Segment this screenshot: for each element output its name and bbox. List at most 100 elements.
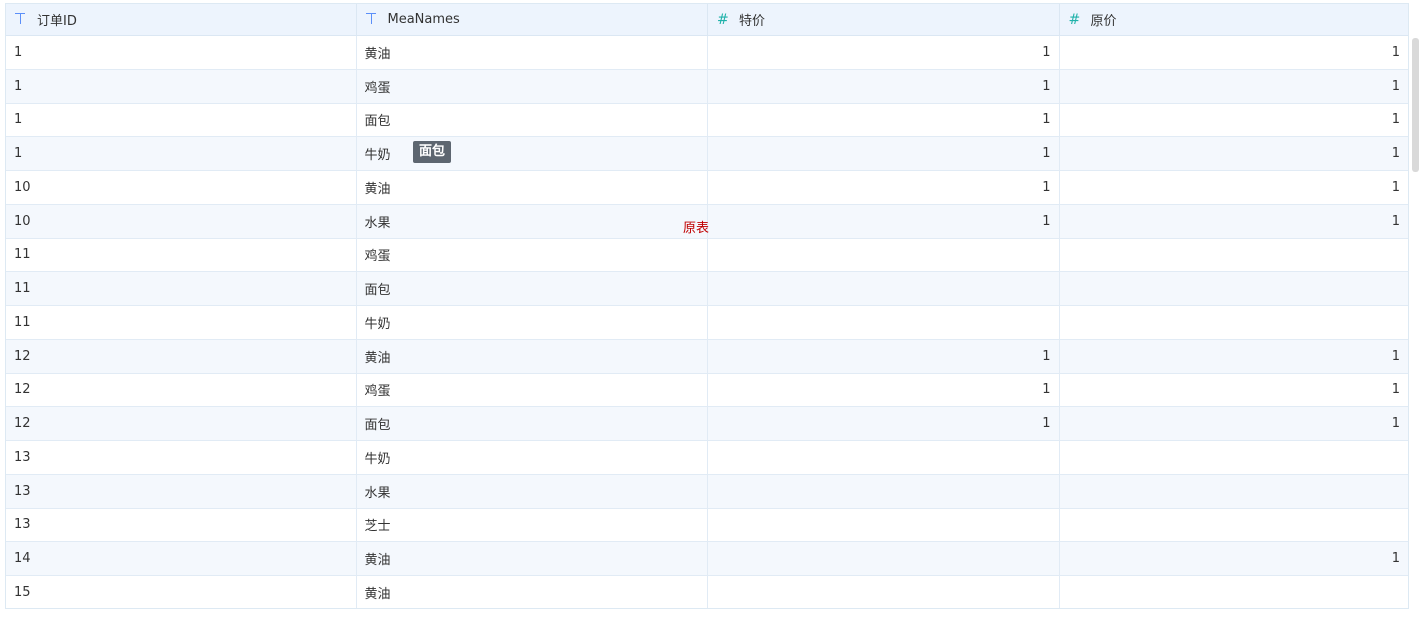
cell-order-id[interactable]: 12 bbox=[6, 339, 357, 373]
cell-meanames[interactable]: 鸡蛋 bbox=[357, 69, 708, 103]
cell-original-price[interactable]: 1 bbox=[1060, 137, 1409, 170]
cell-original-price[interactable] bbox=[1060, 272, 1409, 305]
text-type-icon bbox=[15, 12, 37, 28]
cell-order-id[interactable]: 15 bbox=[6, 576, 357, 608]
table-row[interactable]: 12 面包 1 1 bbox=[6, 407, 1408, 441]
table-body: 1 黄油 1 1 1 鸡蛋 1 1 1 面包 1 1 1 牛奶 1 1 10 黄油 1 1 10 水果 1 1 11 鸡蛋 11 面包… bbox=[6, 36, 1409, 608]
cell-original-price[interactable] bbox=[1060, 441, 1409, 474]
table-row[interactable]: 1 黄油 1 1 bbox=[6, 36, 1408, 70]
table-row[interactable]: 13 芝士 bbox=[6, 508, 1409, 543]
column-header-original-price[interactable]: # 原价 bbox=[1060, 4, 1409, 35]
cell-special-price[interactable]: 1 bbox=[708, 137, 1060, 170]
table-row[interactable]: 14 黄油 1 bbox=[6, 542, 1408, 576]
column-header-label: 订单ID bbox=[37, 14, 77, 29]
cell-meanames[interactable]: 黄油 bbox=[357, 576, 708, 608]
table-row[interactable]: 10 黄油 1 1 bbox=[6, 171, 1408, 205]
column-header-label: 原价 bbox=[1090, 14, 1117, 29]
cell-meanames[interactable]: 牛奶 bbox=[357, 306, 708, 339]
cell-order-id[interactable]: 11 bbox=[6, 306, 357, 339]
cell-special-price[interactable]: 1 bbox=[708, 204, 1060, 238]
cell-original-price[interactable]: 1 bbox=[1060, 407, 1409, 440]
cell-order-id[interactable]: 1 bbox=[6, 137, 357, 170]
cell-original-price[interactable]: 1 bbox=[1060, 171, 1409, 204]
cell-original-price[interactable]: 1 bbox=[1060, 340, 1409, 373]
cell-original-price[interactable]: 1 bbox=[1060, 104, 1409, 137]
table-row[interactable]: 12 鸡蛋 1 1 bbox=[6, 373, 1409, 408]
column-header-label: 特价 bbox=[739, 14, 766, 29]
cell-meanames[interactable]: 面包 bbox=[357, 407, 708, 440]
table-header: 订单ID MeaNames # 特价 # 原价 bbox=[6, 4, 1408, 36]
cell-order-id[interactable]: 14 bbox=[6, 542, 357, 575]
table-row[interactable]: 11 鸡蛋 bbox=[6, 238, 1409, 273]
cell-order-id[interactable]: 13 bbox=[6, 474, 357, 508]
cell-meanames[interactable]: 黄油 bbox=[357, 542, 708, 575]
cell-original-price[interactable] bbox=[1060, 306, 1409, 339]
cell-meanames[interactable]: 黄油 bbox=[357, 36, 708, 69]
cell-original-price[interactable] bbox=[1060, 509, 1409, 542]
cell-original-price[interactable]: 1 bbox=[1060, 542, 1409, 575]
cell-meanames[interactable]: 芝士 bbox=[357, 508, 708, 542]
cell-meanames[interactable]: 牛奶 bbox=[357, 137, 708, 170]
cell-meanames[interactable]: 黄油 bbox=[357, 171, 708, 204]
cell-special-price[interactable]: 1 bbox=[708, 407, 1060, 440]
cell-original-price[interactable]: 1 bbox=[1060, 374, 1409, 407]
column-header-special-price[interactable]: # 特价 bbox=[708, 4, 1060, 35]
cell-special-price[interactable]: 1 bbox=[708, 36, 1060, 69]
cell-special-price[interactable] bbox=[708, 441, 1060, 474]
cell-meanames[interactable]: 鸡蛋 bbox=[357, 373, 708, 407]
cell-order-id[interactable]: 13 bbox=[6, 441, 357, 474]
cell-special-price[interactable] bbox=[708, 508, 1060, 542]
cell-order-id[interactable]: 10 bbox=[6, 171, 357, 204]
cell-original-price[interactable] bbox=[1060, 475, 1409, 508]
table-row[interactable]: 12 黄油 1 1 bbox=[6, 339, 1409, 374]
cell-original-price[interactable]: 1 bbox=[1060, 70, 1409, 103]
cell-special-price[interactable] bbox=[708, 272, 1060, 305]
cell-order-id[interactable]: 11 bbox=[6, 272, 357, 305]
cell-special-price[interactable]: 1 bbox=[708, 171, 1060, 204]
table-row[interactable]: 15 黄油 bbox=[6, 576, 1409, 608]
number-type-icon: # bbox=[1068, 11, 1081, 28]
cell-tooltip: 面包 bbox=[413, 141, 452, 163]
cell-original-price[interactable] bbox=[1060, 576, 1409, 608]
cell-meanames[interactable]: 黄油 bbox=[357, 339, 708, 373]
cell-meanames[interactable]: 牛奶 bbox=[357, 441, 708, 474]
cell-meanames[interactable]: 水果 bbox=[357, 204, 708, 238]
column-header-order-id[interactable]: 订单ID bbox=[6, 4, 357, 35]
text-type-icon bbox=[365, 12, 388, 28]
cell-special-price[interactable] bbox=[708, 542, 1060, 575]
table-row[interactable]: 13 牛奶 bbox=[6, 441, 1408, 475]
cell-special-price[interactable] bbox=[708, 576, 1060, 608]
cell-original-price[interactable]: 1 bbox=[1060, 36, 1409, 69]
cell-special-price[interactable]: 1 bbox=[708, 103, 1060, 137]
cell-meanames[interactable]: 面包 bbox=[357, 272, 708, 305]
table-row[interactable]: 11 牛奶 bbox=[6, 306, 1408, 340]
data-table: 订单ID MeaNames # 特价 # 原价 1 黄油 1 1 1 鸡蛋 1 1 1 面包 1 1 1… bbox=[5, 3, 1409, 609]
cell-order-id[interactable]: 11 bbox=[6, 238, 357, 272]
cell-special-price[interactable]: 1 bbox=[708, 373, 1060, 407]
table-row[interactable]: 1 面包 1 1 bbox=[6, 103, 1409, 138]
cell-order-id[interactable]: 1 bbox=[6, 69, 357, 103]
cell-original-price[interactable]: 1 bbox=[1060, 205, 1409, 238]
cell-special-price[interactable]: 1 bbox=[708, 69, 1060, 103]
cell-special-price[interactable] bbox=[708, 238, 1060, 272]
cell-order-id[interactable]: 1 bbox=[6, 36, 357, 69]
cell-special-price[interactable] bbox=[708, 306, 1060, 339]
scrollbar-thumb[interactable] bbox=[1412, 38, 1419, 172]
cell-order-id[interactable]: 12 bbox=[6, 373, 357, 407]
cell-meanames[interactable]: 面包 bbox=[357, 103, 708, 137]
cell-order-id[interactable]: 13 bbox=[6, 508, 357, 542]
table-row[interactable]: 1 鸡蛋 1 1 bbox=[6, 69, 1409, 104]
cell-original-price[interactable] bbox=[1060, 239, 1409, 272]
cell-order-id[interactable]: 12 bbox=[6, 407, 357, 440]
table-row[interactable]: 11 面包 bbox=[6, 272, 1408, 306]
cell-order-id[interactable]: 10 bbox=[6, 204, 357, 238]
cell-order-id[interactable]: 1 bbox=[6, 103, 357, 137]
column-header-meanames[interactable]: MeaNames bbox=[357, 4, 708, 35]
cell-meanames[interactable]: 鸡蛋 bbox=[357, 238, 708, 272]
cell-meanames[interactable]: 水果 bbox=[357, 474, 708, 508]
number-type-icon: # bbox=[717, 11, 729, 28]
table-row[interactable]: 13 水果 bbox=[6, 474, 1409, 509]
table-row[interactable]: 1 牛奶 1 1 bbox=[6, 137, 1408, 171]
cell-special-price[interactable]: 1 bbox=[708, 339, 1060, 373]
cell-special-price[interactable] bbox=[708, 474, 1060, 508]
